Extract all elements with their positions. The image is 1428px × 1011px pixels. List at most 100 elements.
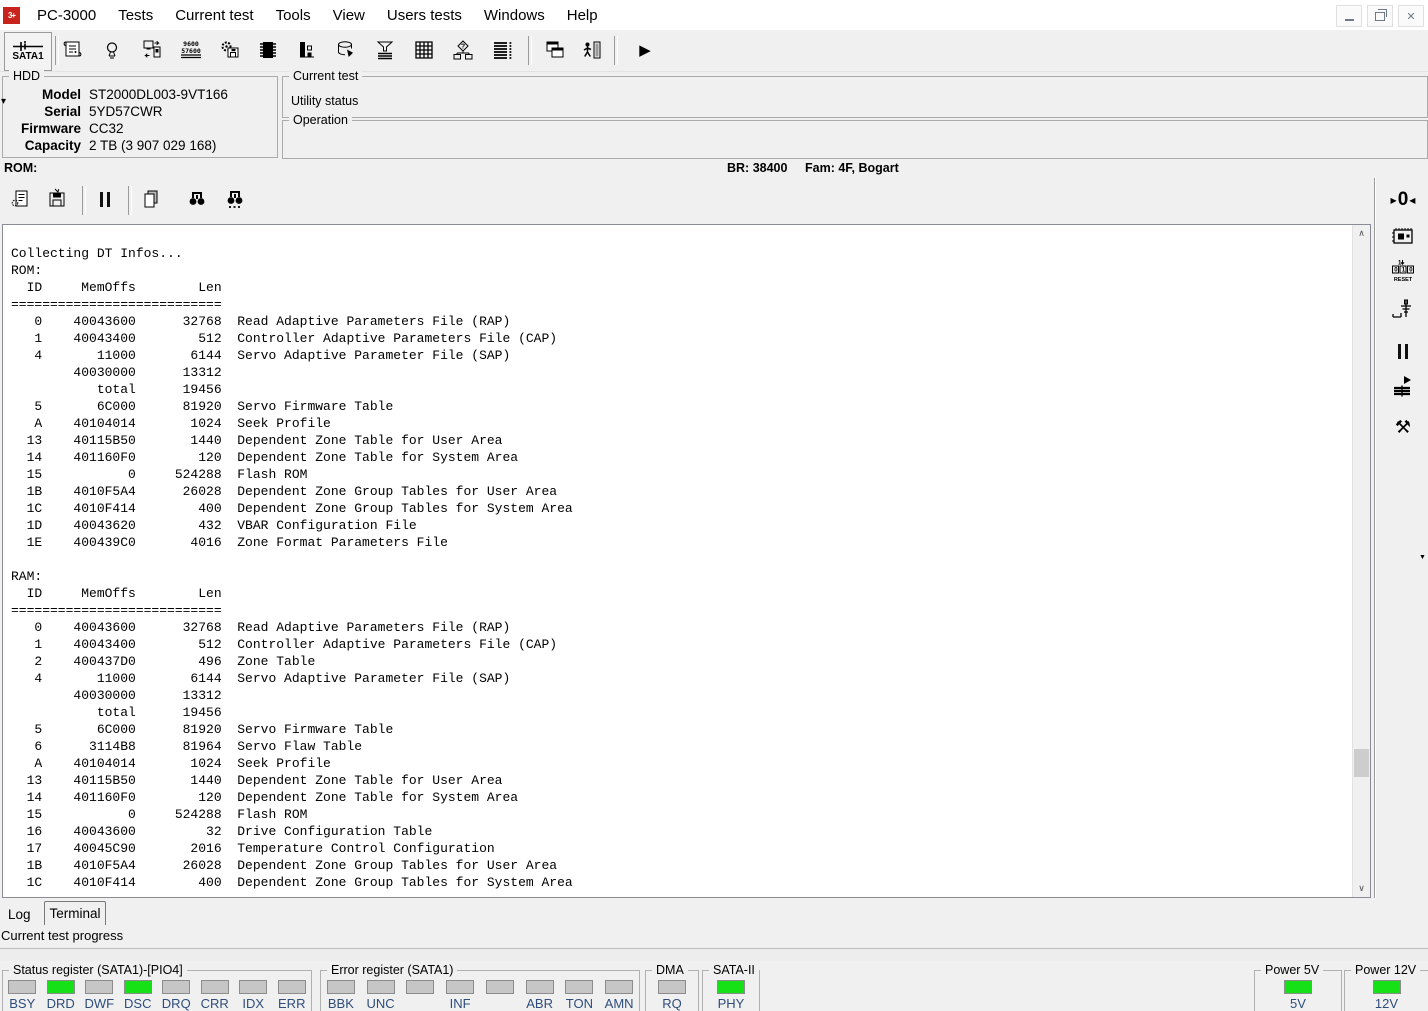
pause-test-button[interactable] xyxy=(1384,334,1422,368)
scrollbar-thumb[interactable] xyxy=(1354,749,1369,777)
drive-power-button[interactable]: ▶ 0 ◀ xyxy=(1384,183,1422,217)
led-rq: RQ xyxy=(653,980,691,1011)
svg-text:?: ? xyxy=(461,44,465,51)
tri-right: ▶ xyxy=(1390,195,1397,205)
led-indicator xyxy=(162,980,191,994)
menu-windows[interactable]: Windows xyxy=(473,2,556,29)
led-label: DRD xyxy=(46,996,75,1011)
pause-output-button[interactable] xyxy=(88,182,122,216)
rom-label: ROM: xyxy=(4,161,38,175)
hdd-capacity-label: Capacity xyxy=(24,138,81,153)
hdd-model-label: Model xyxy=(42,87,81,102)
operation-panel: Operation xyxy=(282,113,1428,159)
terminal-output[interactable]: Collecting DT Infos... ROM: ID MemOffs L… xyxy=(11,245,573,891)
status-bar: Status register (SATA1)-[PIO4] BSY DRD DWF… xyxy=(0,961,1428,1011)
hdd-model-row: Model ST2000DL003-9VT166 xyxy=(3,87,277,104)
dma-leds: RQ xyxy=(646,980,698,1011)
cascade-windows-button[interactable] xyxy=(536,32,574,68)
current-test-panel: Current test Utility status xyxy=(282,69,1428,118)
led-label: DSC xyxy=(124,996,152,1011)
menu-tests[interactable]: Tests xyxy=(107,2,164,29)
hdd-capacity-row: Capacity 2 TB (3 907 029 168) xyxy=(3,138,277,155)
progress-label: Current test progress xyxy=(1,928,124,943)
menu-pc3000[interactable]: PC-3000 xyxy=(26,2,107,29)
tab-log[interactable]: Log xyxy=(0,904,44,925)
filter-button[interactable] xyxy=(366,32,404,68)
minimize-button[interactable] xyxy=(1336,5,1362,27)
menu-view[interactable]: View xyxy=(322,2,376,29)
gear-disk-icon xyxy=(221,41,239,58)
hdd-serial-label: Serial xyxy=(44,104,81,119)
sata2-title: SATA-II xyxy=(709,963,759,977)
run-test-button[interactable]: ▶ xyxy=(626,32,664,68)
sector-map-button[interactable] xyxy=(405,32,443,68)
rom-chip-button[interactable] xyxy=(249,32,287,68)
led-indicator xyxy=(1284,980,1312,994)
progress-bar xyxy=(0,948,1428,962)
restore-button[interactable] xyxy=(1367,5,1393,27)
scroll-down-arrow[interactable]: ∨ xyxy=(1353,880,1370,897)
copy-button[interactable] xyxy=(134,182,168,216)
restore-icon xyxy=(1375,8,1387,21)
zero-glyph: 0 xyxy=(1397,189,1409,210)
toolbar-separator xyxy=(614,36,618,65)
led-indicator xyxy=(565,980,594,994)
port-switch-button[interactable] xyxy=(133,32,171,68)
menu-tools[interactable]: Tools xyxy=(265,2,322,29)
new-log-button[interactable] xyxy=(4,182,38,216)
led-unlabeled xyxy=(481,980,519,1011)
save-log-button[interactable] xyxy=(40,182,74,216)
reset-drive-button[interactable]: 1 0 1 0 RESET xyxy=(1384,256,1422,290)
find-button[interactable] xyxy=(180,182,214,216)
hdd-firmware-label: Firmware xyxy=(20,121,81,136)
terminal-adapter-button[interactable] xyxy=(1384,294,1422,328)
toolbar-separator xyxy=(82,186,86,215)
led-indicator xyxy=(485,980,514,994)
menu-users-tests[interactable]: Users tests xyxy=(376,2,473,29)
led-label: TON xyxy=(565,996,593,1011)
led-label: BSY xyxy=(9,996,36,1011)
svg-text:57600: 57600 xyxy=(181,47,201,55)
tab-terminal[interactable]: Terminal xyxy=(44,901,106,925)
scroll-up-arrow[interactable]: ∧ xyxy=(1353,225,1370,242)
power12-title: Power 12V xyxy=(1351,963,1421,977)
led-indicator xyxy=(277,980,306,994)
led-label: PHY xyxy=(717,996,745,1011)
test-script-button[interactable]: ? xyxy=(444,32,482,68)
led-indicator xyxy=(717,980,745,994)
led-label: INF xyxy=(449,996,471,1011)
status-register-group: Status register (SATA1)-[PIO4] BSY DRD DWF… xyxy=(2,963,312,1011)
led-dsc: DSC xyxy=(119,980,157,1011)
start-script-button[interactable] xyxy=(1384,370,1422,404)
current-test-title: Current test xyxy=(289,69,363,83)
exit-button[interactable] xyxy=(573,32,611,68)
baud-rate-button[interactable]: 9600 57600 xyxy=(172,32,210,68)
rom-access-button[interactable] xyxy=(1384,220,1422,254)
chip-icon xyxy=(260,42,276,58)
drive-resources-button[interactable] xyxy=(288,32,326,68)
scroll-info-icon xyxy=(63,41,82,57)
drive-passport-button[interactable] xyxy=(53,32,91,68)
power12-group: Power 12V 12V xyxy=(1344,963,1428,1011)
led-phy: PHY xyxy=(712,980,750,1011)
diagnostics-button[interactable] xyxy=(93,32,131,68)
exit-door-icon xyxy=(583,41,601,59)
family-value: Fam: 4F, Bogart xyxy=(805,161,899,175)
menu-help[interactable]: Help xyxy=(556,2,609,29)
hdd-panel-expander[interactable]: ▾ xyxy=(1,96,6,107)
resources-chart-icon xyxy=(300,42,314,58)
run-icon: ▶ xyxy=(639,42,651,59)
tools-button[interactable]: ⚒ xyxy=(1384,410,1422,444)
sata1-port-button[interactable]: SATA1 xyxy=(4,32,52,71)
find-next-button[interactable] xyxy=(218,182,252,216)
start-script-dropdown[interactable]: ▼ xyxy=(1419,554,1426,561)
vertical-scrollbar[interactable]: ∧ ∨ xyxy=(1352,225,1370,897)
led-dwf: DWF xyxy=(80,980,118,1011)
data-export-button[interactable] xyxy=(327,32,365,68)
led-indicator xyxy=(605,980,634,994)
close-button[interactable]: ✕ xyxy=(1398,5,1424,27)
led-label: 12V xyxy=(1374,996,1399,1011)
log-view-button[interactable] xyxy=(483,32,521,68)
utility-settings-button[interactable] xyxy=(211,32,249,68)
menu-current-test[interactable]: Current test xyxy=(164,2,264,29)
